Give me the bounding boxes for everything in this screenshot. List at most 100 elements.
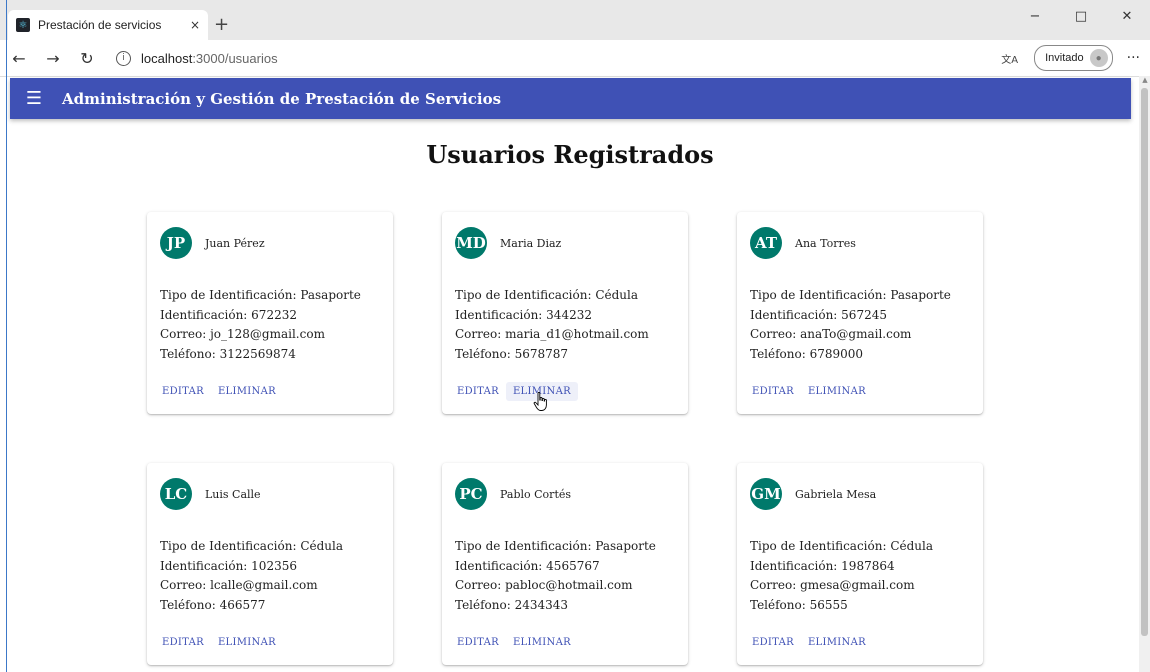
- delete-button[interactable]: ELIMINAR: [506, 633, 578, 652]
- address-toolbar: ← → ↻ i localhost:3000/usuarios 文A Invit…: [0, 40, 1150, 77]
- new-tab-button[interactable]: +: [214, 14, 229, 35]
- id-type-row: Tipo de Identificación: Cédula: [455, 286, 649, 306]
- user-details: Tipo de Identificación: Pasaporte Identif…: [455, 537, 656, 615]
- avatar: LC: [160, 478, 192, 510]
- user-details: Tipo de Identificación: Pasaporte Identif…: [750, 286, 951, 364]
- user-details: Tipo de Identificación: Cédula Identifica…: [160, 537, 343, 615]
- email-value: gmesa@gmail.com: [800, 578, 915, 592]
- id-type-label: Tipo de Identificación:: [750, 539, 891, 553]
- id-type-value: Cédula: [595, 288, 639, 302]
- forward-button[interactable]: →: [38, 43, 68, 73]
- delete-button[interactable]: ELIMINAR: [801, 382, 873, 401]
- toolbar-right: 文A Invitado ● ···: [1001, 44, 1140, 72]
- email-row: Correo: jo_128@gmail.com: [160, 325, 361, 345]
- user-card: MD Maria Diaz Tipo de Identificación: Cédu…: [442, 212, 688, 414]
- profile-label: Invitado: [1045, 52, 1084, 64]
- id-row: Identificación: 567245: [750, 306, 951, 326]
- card-actions: EDITAR ELIMINAR: [450, 382, 578, 401]
- browser-window: ⚛ Prestación de servicios × + − □ ✕ ← → …: [0, 0, 1150, 672]
- scrollbar-thumb[interactable]: [1141, 88, 1148, 636]
- hamburger-menu-icon[interactable]: ☰: [14, 78, 54, 119]
- reload-button[interactable]: ↻: [72, 43, 102, 73]
- id-row: Identificación: 344232: [455, 306, 649, 326]
- email-value: lcalle@gmail.com: [210, 578, 318, 592]
- phone-label: Teléfono:: [455, 597, 515, 612]
- tab-close-icon[interactable]: ×: [190, 18, 200, 32]
- id-type-label: Tipo de Identificación:: [160, 539, 301, 553]
- user-card: PC Pablo Cortés Tipo de Identificación: Pa…: [442, 463, 688, 665]
- avatar: PC: [455, 478, 487, 510]
- phone-label: Teléfono:: [160, 597, 220, 612]
- edit-button[interactable]: EDITAR: [155, 382, 211, 401]
- user-card: JP Juan Pérez Tipo de Identificación: Pasa…: [147, 212, 393, 414]
- tab-title: Prestación de servicios: [38, 18, 162, 32]
- id-row: Identificación: 102356: [160, 557, 343, 577]
- address-bar[interactable]: i localhost:3000/usuarios: [116, 50, 278, 66]
- back-button[interactable]: ←: [4, 43, 34, 73]
- browser-tab[interactable]: ⚛ Prestación de servicios ×: [8, 10, 208, 40]
- phone-row: Teléfono: 3122569874: [160, 345, 361, 365]
- edit-button[interactable]: EDITAR: [745, 382, 801, 401]
- avatar: MD: [455, 227, 487, 259]
- id-type-value: Pasaporte: [890, 288, 951, 302]
- email-label: Correo:: [160, 578, 211, 592]
- translate-icon[interactable]: 文A: [1001, 51, 1018, 66]
- id-label: Identificación:: [455, 307, 547, 322]
- info-icon[interactable]: i: [116, 50, 131, 66]
- close-window-button[interactable]: ✕: [1104, 0, 1150, 32]
- phone-row: Teléfono: 5678787: [455, 345, 649, 365]
- profile-button[interactable]: Invitado ●: [1034, 45, 1113, 71]
- minimize-button[interactable]: −: [1012, 0, 1058, 32]
- phone-value: 2434343: [514, 597, 569, 612]
- user-name: Maria Diaz: [500, 236, 562, 250]
- id-type-value: Cédula: [300, 539, 344, 553]
- phone-value: 6789000: [809, 346, 864, 361]
- maximize-button[interactable]: □: [1058, 0, 1104, 32]
- delete-button[interactable]: ELIMINAR: [801, 633, 873, 652]
- card-header: AT Ana Torres: [750, 227, 856, 259]
- id-type-row: Tipo de Identificación: Pasaporte: [160, 286, 361, 306]
- user-details: Tipo de Identificación: Cédula Identifica…: [455, 286, 649, 364]
- user-card: AT Ana Torres Tipo de Identificación: Pasa…: [737, 212, 983, 414]
- email-label: Correo:: [750, 327, 801, 341]
- email-row: Correo: pabloc@hotmail.com: [455, 576, 656, 596]
- id-label: Identificación:: [455, 558, 547, 573]
- react-favicon-icon: ⚛: [16, 18, 30, 32]
- id-type-row: Tipo de Identificación: Pasaporte: [750, 286, 951, 306]
- delete-button[interactable]: ELIMINAR: [211, 382, 283, 401]
- edit-button[interactable]: EDITAR: [745, 633, 801, 652]
- id-value: 1987864: [841, 558, 895, 573]
- phone-value: 5678787: [514, 346, 569, 361]
- scroll-up-icon[interactable]: ▲: [1140, 76, 1150, 86]
- email-label: Correo:: [455, 327, 506, 341]
- id-value: 567245: [841, 307, 887, 322]
- edit-button[interactable]: EDITAR: [450, 382, 506, 401]
- more-menu-button[interactable]: ···: [1127, 50, 1140, 66]
- email-value: pabloc@hotmail.com: [505, 578, 633, 592]
- phone-row: Teléfono: 56555: [750, 596, 933, 616]
- id-value: 672232: [251, 307, 297, 322]
- id-value: 102356: [251, 558, 297, 573]
- id-label: Identificación:: [750, 558, 842, 573]
- id-value: 344232: [546, 307, 592, 322]
- user-details: Tipo de Identificación: Cédula Identifica…: [750, 537, 933, 615]
- profile-avatar-icon: ●: [1089, 49, 1108, 67]
- id-type-label: Tipo de Identificación:: [455, 539, 596, 553]
- id-row: Identificación: 1987864: [750, 557, 933, 577]
- id-type-value: Pasaporte: [300, 288, 361, 302]
- email-value: maria_d1@hotmail.com: [505, 327, 649, 341]
- phone-row: Teléfono: 2434343: [455, 596, 656, 616]
- user-name: Pablo Cortés: [500, 487, 572, 501]
- card-actions: EDITAR ELIMINAR: [745, 633, 873, 652]
- phone-row: Teléfono: 466577: [160, 596, 343, 616]
- id-row: Identificación: 4565767: [455, 557, 656, 577]
- user-card: GM Gabriela Mesa Tipo de Identificación: C…: [737, 463, 983, 665]
- edit-button[interactable]: EDITAR: [450, 633, 506, 652]
- card-actions: EDITAR ELIMINAR: [450, 633, 578, 652]
- avatar: JP: [160, 227, 192, 259]
- edit-button[interactable]: EDITAR: [155, 633, 211, 652]
- url-path: :3000/usuarios: [192, 50, 278, 66]
- email-value: jo_128@gmail.com: [210, 327, 325, 341]
- id-label: Identificación:: [750, 307, 842, 322]
- delete-button[interactable]: ELIMINAR: [211, 633, 283, 652]
